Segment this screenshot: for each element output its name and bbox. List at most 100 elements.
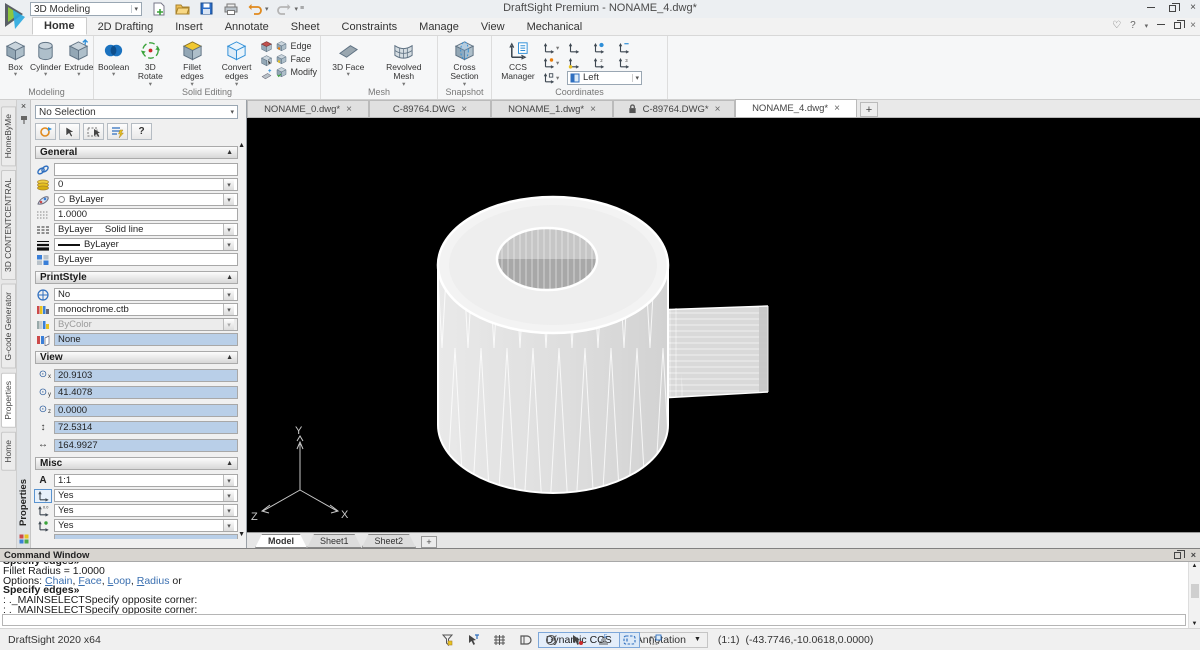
chevron-down-icon[interactable]: ▾ <box>223 505 234 516</box>
quick-select-icon[interactable] <box>107 123 128 140</box>
chevron-down-icon[interactable]: ▾ <box>402 82 405 87</box>
help-icon[interactable]: ? <box>131 123 152 140</box>
ccs-z-rotate-button[interactable]: 2 <box>592 57 617 69</box>
chevron-down-icon[interactable]: ▾ <box>223 319 234 330</box>
sheet-tab-model[interactable]: Model <box>255 534 307 548</box>
chevron-down-icon[interactable]: ▾ <box>556 59 559 67</box>
print-icon[interactable] <box>222 1 239 16</box>
line-style-select[interactable]: ByLayerSolid line▾ <box>54 223 238 236</box>
convert-edges-button[interactable]: Convert edges ▾ <box>215 38 259 87</box>
view-height-field[interactable]: 72.5314 <box>54 421 238 434</box>
view-direction-dropdown[interactable]: Left ▾ <box>567 71 642 85</box>
new-document-button[interactable]: + <box>860 102 878 117</box>
undo-icon[interactable] <box>246 1 263 16</box>
ccs-3point-button[interactable]: 3 <box>617 57 642 69</box>
ccs-icon-select[interactable]: Yes▾ <box>54 489 238 502</box>
panel-scroll-down-icon[interactable]: ▼ <box>238 531 245 538</box>
chevron-down-icon[interactable]: ▾ <box>112 72 115 77</box>
tab-manage[interactable]: Manage <box>408 19 470 35</box>
polar-tracking-icon[interactable] <box>541 632 562 648</box>
chevron-down-icon[interactable]: ▾ <box>223 289 234 300</box>
command-history[interactable]: Specify edges» Fillet Radius = 1.0000 Op… <box>0 562 1188 615</box>
palette-tab-properties[interactable]: Properties <box>1 373 16 428</box>
grid-icon[interactable] <box>489 632 510 648</box>
chevron-down-icon[interactable]: ▾ <box>556 44 559 52</box>
command-input[interactable] <box>2 614 1186 626</box>
redo-icon[interactable] <box>276 1 293 16</box>
chevron-down-icon[interactable]: ▾ <box>149 82 152 87</box>
camera-y-field[interactable]: 41.4078 <box>54 386 238 399</box>
collapse-icon[interactable]: ▲ <box>226 149 233 156</box>
float-panel-icon[interactable] <box>1174 552 1181 559</box>
chevron-down-icon[interactable]: ▾ <box>44 72 47 77</box>
tab-annotate[interactable]: Annotate <box>214 19 280 35</box>
chevron-down-icon[interactable]: ▾ <box>223 224 234 235</box>
scroll-down-icon[interactable]: ▼ <box>1192 621 1198 627</box>
section-header-misc[interactable]: Misc ▲ <box>35 457 238 470</box>
chevron-down-icon[interactable]: ▾ <box>14 72 17 77</box>
doc-tab-noname0[interactable]: NONAME_0.dwg* × <box>247 100 369 117</box>
face-button[interactable]: Face <box>275 53 317 65</box>
revolved-mesh-button[interactable]: Revolved Mesh ▾ <box>381 38 427 87</box>
line-weight-select[interactable]: ByLayer▾ <box>54 238 238 251</box>
collapse-icon[interactable]: ▲ <box>226 274 233 281</box>
chevron-down-icon[interactable]: ▾ <box>77 72 80 77</box>
panel-scroll-up-icon[interactable]: ▲ <box>238 142 245 149</box>
ortho-icon[interactable] <box>515 632 536 648</box>
tab-2d-drafting[interactable]: 2D Drafting <box>87 19 165 35</box>
doc-tab-c89764[interactable]: C-89764.DWG × <box>369 100 491 117</box>
sheet-tab-sheet1[interactable]: Sheet1 <box>307 534 362 548</box>
palette-tab-homebyme[interactable]: HomeByMe <box>1 106 16 166</box>
escale-icon[interactable]: E <box>593 632 614 648</box>
palette-tab-3dcontentcentral[interactable]: 3D CONTENTCENTRAL <box>1 170 16 280</box>
chevron-down-icon[interactable]: ▾ <box>223 194 234 205</box>
close-icon[interactable]: × <box>1191 550 1196 560</box>
select-entities-icon[interactable] <box>59 123 80 140</box>
undo-chevron-icon[interactable]: ▾ <box>265 5 269 13</box>
option-link-loop[interactable]: Loop <box>108 575 131 587</box>
chevron-down-icon[interactable]: ▾ <box>223 179 234 190</box>
tab-mechanical[interactable]: Mechanical <box>516 19 594 35</box>
open-file-icon[interactable] <box>174 1 191 16</box>
qat-customize-icon[interactable]: ≡ <box>300 5 304 12</box>
snap-cursor-icon[interactable] <box>463 632 484 648</box>
new-sheet-button[interactable]: + <box>421 536 437 548</box>
pin-icon[interactable] <box>20 115 28 125</box>
print-style-field[interactable]: ByLayer <box>54 253 238 266</box>
close-icon[interactable]: × <box>715 104 721 115</box>
ccs-manager-button[interactable]: CCS Manager <box>495 38 541 82</box>
ccs-back-button[interactable] <box>617 42 642 54</box>
doc-close-icon[interactable]: × <box>1190 20 1196 31</box>
scroll-up-icon[interactable]: ▲ <box>1192 563 1198 569</box>
palette-tab-home[interactable]: Home <box>1 432 16 471</box>
ps-table-select[interactable]: monochrome.ctb▾ <box>54 303 238 316</box>
option-link-radius[interactable]: Radius <box>137 575 170 587</box>
option-link-face[interactable]: Face <box>78 575 101 587</box>
view-width-field[interactable]: 164.9927 <box>54 439 238 452</box>
chevron-down-icon[interactable]: ▾ <box>235 82 238 87</box>
chevron-down-icon[interactable]: ▾ <box>230 108 234 116</box>
doc-restore-icon[interactable] <box>1174 22 1181 29</box>
ps-color-select[interactable]: ByColor▾ <box>54 318 238 331</box>
chevron-down-icon[interactable]: ▾ <box>223 490 234 501</box>
scroll-thumb[interactable] <box>1191 584 1199 598</box>
ps-name-field[interactable]: None <box>54 333 238 346</box>
dynamic-input-icon[interactable] <box>619 632 640 648</box>
section-header-printstyle[interactable]: PrintStyle ▲ <box>35 271 238 284</box>
tab-constraints[interactable]: Constraints <box>331 19 409 35</box>
modify-button[interactable]: Modify <box>275 66 317 78</box>
tab-view[interactable]: View <box>470 19 516 35</box>
selection-dropdown[interactable]: No Selection ▾ <box>35 105 238 119</box>
close-icon[interactable]: × <box>461 104 467 115</box>
ccs-view-button[interactable] <box>592 42 617 54</box>
collapse-icon[interactable]: ▲ <box>226 354 233 361</box>
help-chevron-icon[interactable]: ▾ <box>1145 22 1149 30</box>
doc-minimize-icon[interactable] <box>1157 24 1165 25</box>
annotation-scale-select[interactable]: 1:1▾ <box>54 474 238 487</box>
3d-face-button[interactable]: 3D Face ▾ <box>331 38 365 77</box>
chevron-down-icon[interactable]: ▾ <box>223 239 234 250</box>
command-window-titlebar[interactable]: Command Window × <box>0 549 1200 562</box>
chevron-down-icon[interactable]: ▾ <box>347 72 350 77</box>
ccs-world-button[interactable]: ▾ <box>542 42 567 54</box>
chevron-down-icon[interactable]: ▼ <box>694 636 701 643</box>
